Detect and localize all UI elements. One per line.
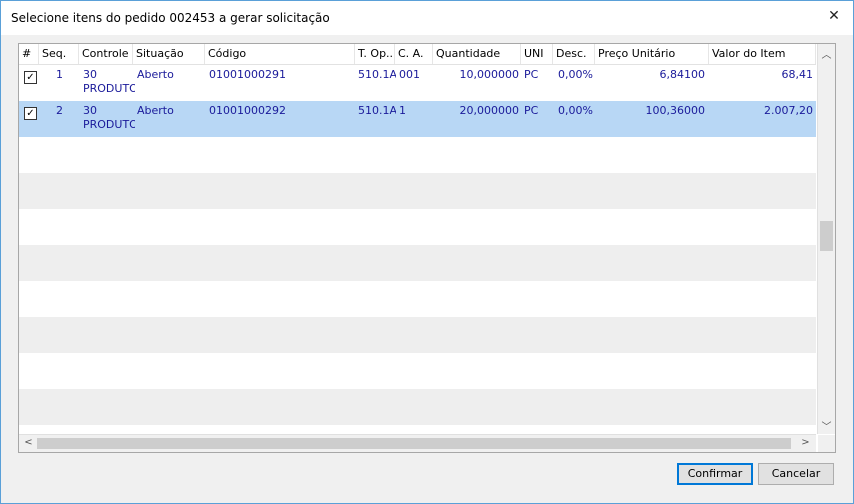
scroll-up-icon[interactable]: ︿ <box>818 46 835 61</box>
cell-uni: PC <box>524 104 539 117</box>
col-header-check[interactable]: # <box>19 44 39 64</box>
title-bar: Selecione itens do pedido 002453 a gerar… <box>1 1 853 35</box>
empty-row <box>19 281 816 317</box>
empty-row <box>19 389 816 425</box>
cell-valor: 68,41 <box>781 68 814 81</box>
scroll-corner <box>818 435 835 452</box>
empty-row <box>19 245 816 281</box>
scroll-right-icon[interactable]: > <box>797 437 814 448</box>
cell-uni: PC <box>524 68 539 81</box>
grid-rows: ✓ 1 30 PRODUTO Aberto 01001000291 510.1A… <box>19 65 816 435</box>
empty-row <box>19 137 816 173</box>
col-header-controle[interactable]: Controle <box>79 44 133 64</box>
cell-top: 510.1A <box>358 104 396 117</box>
dialog-window: Selecione itens do pedido 002453 a gerar… <box>0 0 854 504</box>
scroll-down-icon[interactable]: ﹀ <box>818 418 835 433</box>
col-header-situacao[interactable]: Situação <box>133 44 205 64</box>
vertical-scrollbar[interactable]: ︿ ﹀ <box>817 44 835 434</box>
col-header-codigo[interactable]: Código <box>205 44 355 64</box>
confirm-button[interactable]: Confirmar <box>677 463 753 485</box>
empty-row <box>19 317 816 353</box>
cell-desc: 0,00% <box>558 68 593 81</box>
cell-quantidade: 20,000000 <box>459 104 520 117</box>
items-grid: # Seq. Controle Situação Código T. Op...… <box>18 43 836 453</box>
col-header-valor[interactable]: Valor do Item <box>709 44 816 64</box>
cell-controle: 30 <box>83 104 97 117</box>
vertical-scroll-thumb[interactable] <box>820 221 833 251</box>
cell-controle: 30 <box>83 68 97 81</box>
col-header-quantidade[interactable]: Quantidade <box>433 44 521 64</box>
empty-row <box>19 209 816 245</box>
table-row[interactable]: ✓ 1 30 PRODUTO Aberto 01001000291 510.1A… <box>19 65 816 101</box>
cell-codigo: 01001000291 <box>209 68 286 81</box>
cell-valor: 2.007,20 <box>764 104 813 117</box>
col-header-top[interactable]: T. Op... <box>355 44 395 64</box>
cell-situacao: Aberto <box>137 104 174 117</box>
cell-controle-desc: PRODUTO <box>83 82 135 95</box>
row-checkbox[interactable]: ✓ <box>24 107 37 120</box>
col-header-seq[interactable]: Seq. <box>39 44 79 64</box>
cell-ca: 001 <box>399 68 420 81</box>
cell-codigo: 01001000292 <box>209 104 286 117</box>
scroll-left-icon[interactable]: < <box>20 437 37 448</box>
close-icon[interactable]: ✕ <box>823 7 845 25</box>
cell-situacao: Aberto <box>137 68 174 81</box>
cell-quantidade: 10,000000 <box>459 68 520 81</box>
cell-seq: 1 <box>56 68 63 81</box>
col-header-preco[interactable]: Preço Unitário <box>595 44 709 64</box>
grid-header: # Seq. Controle Situação Código T. Op...… <box>19 44 816 65</box>
cell-preco: 100,36000 <box>645 104 706 117</box>
empty-row <box>19 353 816 389</box>
cell-preco: 6,84100 <box>659 68 706 81</box>
row-checkbox[interactable]: ✓ <box>24 71 37 84</box>
cell-seq: 2 <box>56 104 63 117</box>
window-title: Selecione itens do pedido 002453 a gerar… <box>11 11 330 25</box>
cell-ca: 1 <box>399 104 406 117</box>
col-header-uni[interactable]: UNI <box>521 44 553 64</box>
cell-top: 510.1A <box>358 68 396 81</box>
empty-row <box>19 173 816 209</box>
cell-controle-desc: PRODUTO <box>83 118 135 131</box>
col-header-desc[interactable]: Desc. <box>553 44 595 64</box>
cancel-button[interactable]: Cancelar <box>758 463 834 485</box>
col-header-ca[interactable]: C. A. <box>395 44 433 64</box>
table-row[interactable]: ✓ 2 30 PRODUTO Aberto 01001000292 510.1A… <box>19 101 816 137</box>
cell-desc: 0,00% <box>558 104 593 117</box>
horizontal-scroll-thumb[interactable] <box>37 438 791 449</box>
horizontal-scrollbar[interactable]: < > <box>19 434 816 452</box>
